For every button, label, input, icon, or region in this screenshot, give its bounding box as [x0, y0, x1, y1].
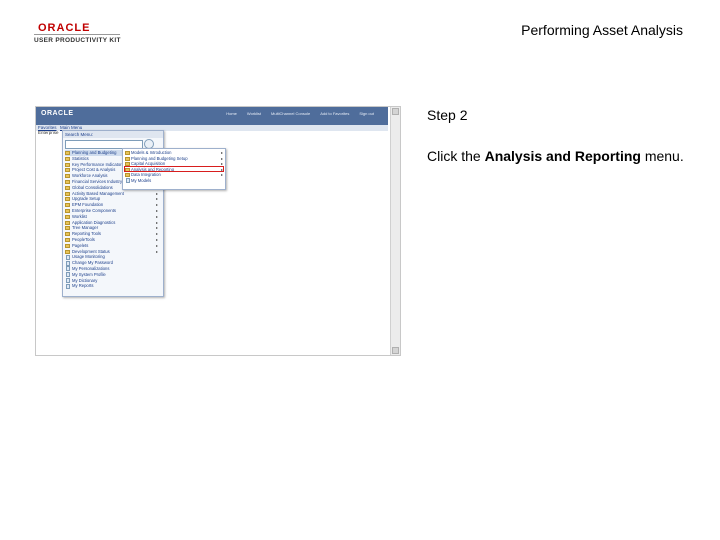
- main-menu-item-label: Reporting Tools: [72, 231, 102, 237]
- document-icon: [65, 278, 70, 284]
- main-menu-item-label: Statistics: [72, 155, 89, 161]
- document-icon: [65, 266, 70, 272]
- folder-icon: [65, 168, 70, 173]
- main-menu-item-label: Planning and Budgeting: [72, 150, 117, 155]
- folder-icon: [65, 226, 70, 231]
- nav-multichannel-link[interactable]: MultiChannel Console: [271, 111, 310, 116]
- main-menu-item-label: Development Status: [72, 248, 110, 254]
- folder-icon: [65, 220, 70, 225]
- app-page-label: Enterprise: [38, 130, 59, 135]
- main-menu-item-label: Change My Password: [72, 260, 113, 266]
- app-top-nav: Home Worklist MultiChannel Console Add t…: [226, 111, 374, 116]
- scroll-down-icon[interactable]: [392, 347, 399, 354]
- document-icon: [65, 254, 70, 260]
- folder-icon: [65, 174, 70, 179]
- instruction-prefix: Click the: [427, 148, 485, 164]
- folder-icon: [125, 156, 130, 161]
- document-icon: [65, 283, 70, 289]
- instruction-target: Analysis and Reporting: [484, 148, 641, 164]
- nav-worklist-link[interactable]: Worklist: [247, 111, 261, 116]
- folder-icon: [65, 249, 70, 254]
- folder-icon: [65, 151, 70, 155]
- folder-icon: [125, 173, 130, 178]
- main-menu-item-label: Financial Services Industry: [72, 178, 123, 184]
- document-title: Performing Asset Analysis: [521, 22, 683, 38]
- main-menu-item[interactable]: My Reports: [65, 283, 160, 289]
- folder-icon: [65, 232, 70, 237]
- submenu-item-label: Data Integration: [131, 172, 161, 178]
- folder-icon: [65, 237, 70, 242]
- folder-icon: [65, 208, 70, 213]
- instruction-suffix: menu.: [640, 148, 684, 164]
- folder-icon: [65, 156, 70, 161]
- document-icon: [65, 260, 70, 266]
- main-menu-item-label: My Dictionary: [72, 277, 98, 283]
- main-menu-item-label: Activity Based Management: [72, 190, 124, 196]
- folder-icon: [65, 162, 70, 167]
- main-menu-item-label: My Personalizations: [72, 265, 110, 271]
- main-menu-item-label: My System Profile: [72, 271, 106, 277]
- folder-icon: [65, 214, 70, 219]
- document-icon: [125, 178, 130, 184]
- main-menu-item-label: EPM Foundation: [72, 202, 104, 208]
- main-menu-item-label: Workforce Analysis: [72, 173, 108, 179]
- analysis-reporting-highlight: [124, 166, 224, 172]
- step-instruction: Click the Analysis and Reporting menu.: [427, 148, 684, 164]
- main-menu-item-label: PeopleTools: [72, 236, 95, 242]
- document-icon: [65, 272, 70, 278]
- main-menu-item-label: Upgrade Setup: [72, 196, 101, 202]
- folder-icon: [65, 243, 70, 248]
- main-menu-item-label: Application Diagnostics: [72, 219, 116, 225]
- scroll-up-icon[interactable]: [392, 108, 399, 115]
- main-menu-item-label: Tree Manager: [72, 225, 99, 231]
- oracle-upk-logo: ORACLE USER PRODUCTIVITY KIT: [32, 22, 132, 48]
- folder-icon: [65, 203, 70, 208]
- step-label: Step 2: [427, 107, 468, 123]
- app-oracle-logo: ORACLE: [41, 110, 74, 117]
- submenu-item-label: Planning and Budgeting Setup: [131, 155, 188, 161]
- menu-search-heading: Search Menu:: [63, 131, 163, 138]
- submenu-item-label: My Models: [131, 177, 152, 183]
- main-menu-item-label: Global Consolidations: [72, 184, 113, 190]
- main-menu-item-label: Enterprise Components: [72, 207, 116, 213]
- application-screenshot: ORACLE Home Worklist MultiChannel Consol…: [35, 106, 401, 356]
- main-menu-item-label: Usage Monitoring: [72, 254, 105, 260]
- submenu-item[interactable]: My Models: [123, 178, 225, 184]
- folder-icon: [65, 197, 70, 202]
- app-vertical-scrollbar[interactable]: [390, 107, 400, 355]
- submenu-item-label: Models & Introduction: [131, 150, 172, 155]
- main-menu-item-label: Worklist: [72, 213, 87, 219]
- nav-signout-link[interactable]: Sign out: [359, 111, 374, 116]
- logo-divider: [34, 34, 120, 35]
- folder-icon: [125, 151, 130, 155]
- folder-icon: [65, 191, 70, 196]
- folder-icon: [65, 185, 70, 190]
- app-top-bar: ORACLE Home Worklist MultiChannel Consol…: [36, 107, 388, 125]
- main-menu-item-label: My Reports: [72, 283, 94, 289]
- nav-add-favorites-link[interactable]: Add to Favorites: [320, 111, 349, 116]
- main-menu-item-label: Pagelets: [72, 242, 89, 248]
- main-menu-item-label: Key Performance Indicators: [72, 161, 124, 167]
- upk-tagline: USER PRODUCTIVITY KIT: [34, 37, 121, 44]
- nav-home-link[interactable]: Home: [226, 111, 237, 116]
- oracle-logo-text: ORACLE: [38, 22, 91, 34]
- main-menu-item-label: Project Cost & Analysis: [72, 167, 116, 173]
- folder-icon: [65, 179, 70, 184]
